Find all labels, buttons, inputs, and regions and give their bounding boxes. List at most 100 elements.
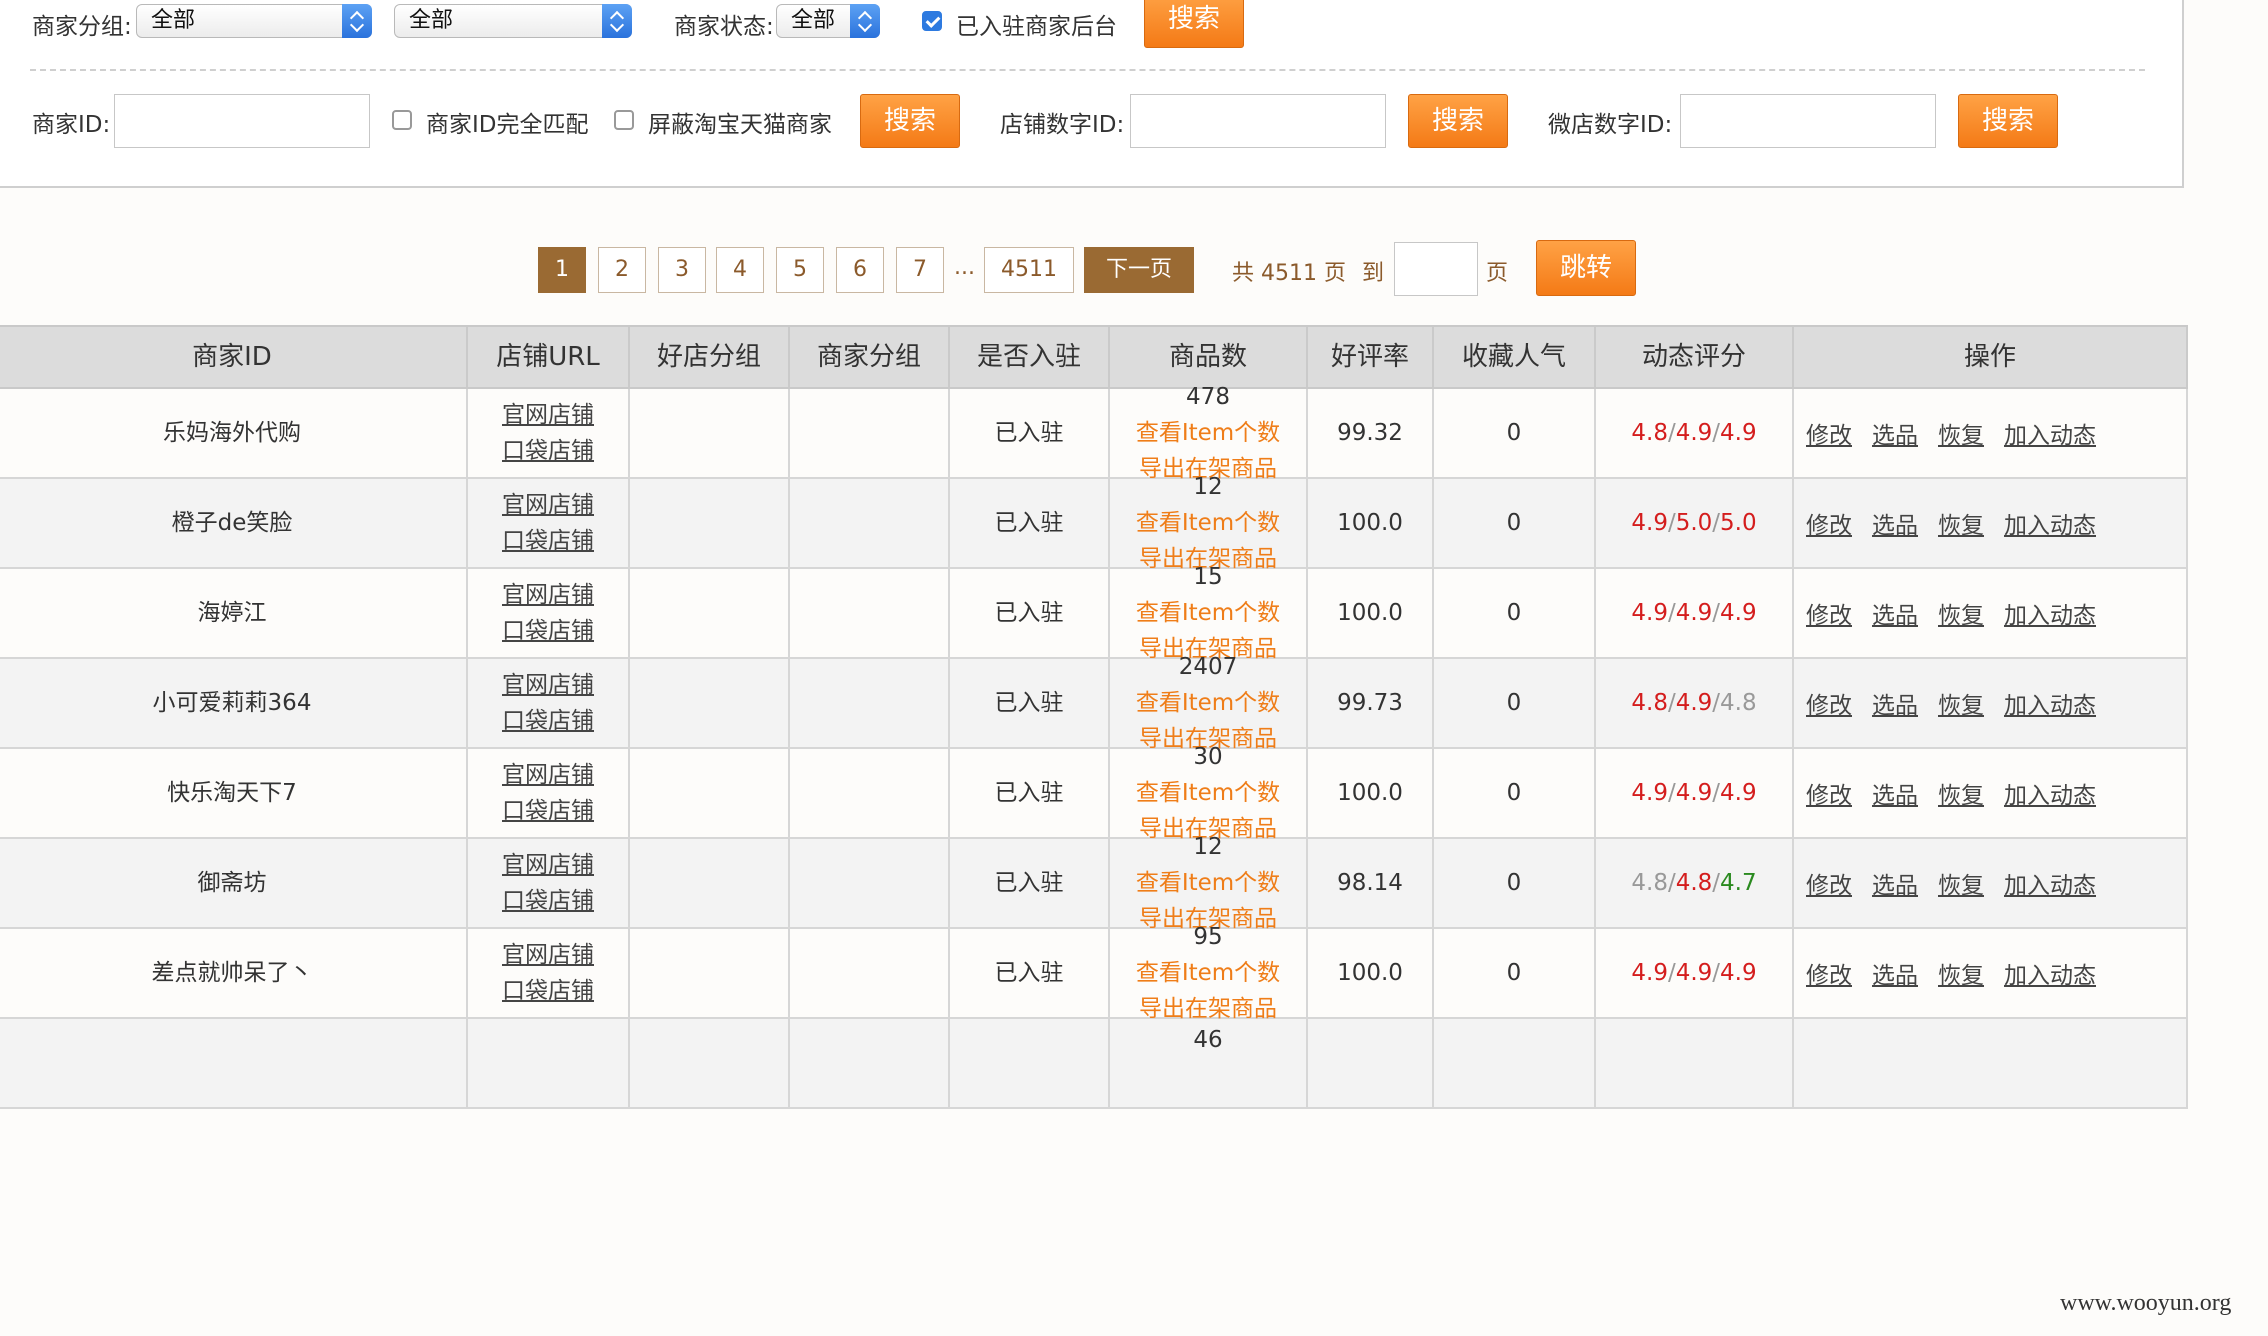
select-product-link[interactable]: 选品 [1872, 963, 1918, 989]
add-dynamic-link[interactable]: 加入动态 [2004, 423, 2096, 449]
goto-label: 到 [1362, 261, 1385, 286]
restore-link[interactable]: 恢复 [1938, 423, 1984, 449]
official-shop-link[interactable]: 官网店铺 [468, 577, 628, 613]
group-select[interactable]: 全部 [136, 4, 372, 38]
search-button-shop[interactable]: 搜索 [1408, 94, 1508, 148]
positive-rate: 98.14 [1337, 870, 1403, 896]
restore-link[interactable]: 恢复 [1938, 693, 1984, 719]
add-dynamic-link[interactable]: 加入动态 [2004, 963, 2096, 989]
filter-panel: 商家分组: 全部 全部 商家状态: 全部 已入驻商家后台 搜索 商家ID: 商家… [0, 0, 2184, 188]
pocket-shop-link[interactable]: 口袋店铺 [468, 613, 628, 649]
edit-link[interactable]: 修改 [1806, 873, 1852, 899]
edit-link[interactable]: 修改 [1806, 783, 1852, 809]
pocket-shop-link[interactable]: 口袋店铺 [468, 703, 628, 739]
edit-link[interactable]: 修改 [1806, 693, 1852, 719]
cell-merchant-group [790, 389, 950, 477]
search-button-merchant[interactable]: 搜索 [860, 94, 960, 148]
official-shop-link[interactable]: 官网店铺 [468, 487, 628, 523]
view-items-link[interactable]: 查看Item个数 [1110, 505, 1306, 541]
edit-link[interactable]: 修改 [1806, 963, 1852, 989]
cell-dynamic-score: 4.8/4.9/4.8 [1596, 659, 1794, 747]
page-4[interactable]: 4 [716, 247, 764, 293]
jump-button[interactable]: 跳转 [1536, 240, 1636, 296]
search-button-top[interactable]: 搜索 [1144, 0, 1244, 48]
positive-rate: 99.32 [1337, 420, 1403, 446]
restore-link[interactable]: 恢复 [1938, 513, 1984, 539]
view-items-link[interactable]: 查看Item个数 [1110, 865, 1306, 901]
view-items-link[interactable]: 查看Item个数 [1110, 685, 1306, 721]
table-row: 差点就帅呆了丶 官网店铺 口袋店铺 已入驻 95 查看Item个数 导出在架商品 100.0 0… [0, 924, 2188, 1022]
merchant-name: 乐妈海外代购 [163, 420, 301, 446]
table-row: 海婷江 官网店铺 口袋店铺 已入驻 15 查看Item个数 导出在架商品 100.0 0 4.9/… [0, 564, 2188, 662]
score-separator: / [1667, 420, 1676, 446]
score-separator: / [1667, 510, 1676, 536]
hide-taobao-checkbox[interactable] [614, 110, 634, 130]
subgroup-select[interactable]: 全部 [394, 4, 632, 38]
add-dynamic-link[interactable]: 加入动态 [2004, 693, 2096, 719]
restore-link[interactable]: 恢复 [1938, 783, 1984, 809]
joined-checkbox[interactable] [922, 11, 942, 31]
select-product-link[interactable]: 选品 [1872, 783, 1918, 809]
select-product-link[interactable]: 选品 [1872, 693, 1918, 719]
shop-links: 官网店铺 口袋店铺 [468, 397, 628, 469]
official-shop-link[interactable]: 官网店铺 [468, 397, 628, 433]
favorites-count: 0 [1506, 510, 1522, 536]
status-label: 商家状态: [674, 14, 774, 40]
add-dynamic-link[interactable]: 加入动态 [2004, 603, 2096, 629]
page-last[interactable]: 4511 [984, 247, 1074, 293]
official-shop-link[interactable]: 官网店铺 [468, 667, 628, 703]
page-7[interactable]: 7 [896, 247, 944, 293]
pocket-shop-link[interactable]: 口袋店铺 [468, 883, 628, 919]
next-page-button[interactable]: 下一页 [1084, 247, 1194, 293]
joined-status: 已入驻 [994, 510, 1064, 536]
merchant-name: 小可爱莉莉364 [152, 690, 312, 716]
goto-page-input[interactable] [1394, 242, 1478, 296]
official-shop-link[interactable]: 官网店铺 [468, 847, 628, 883]
page-2[interactable]: 2 [598, 247, 646, 293]
page-1[interactable]: 1 [538, 247, 586, 293]
weidian-id-input[interactable] [1680, 94, 1936, 148]
pocket-shop-link[interactable]: 口袋店铺 [468, 433, 628, 469]
select-product-link[interactable]: 选品 [1872, 873, 1918, 899]
restore-link[interactable]: 恢复 [1938, 963, 1984, 989]
merchant-name: 橙子de笑脸 [171, 510, 293, 536]
positive-rate: 100.0 [1337, 780, 1403, 806]
view-items-link[interactable]: 查看Item个数 [1110, 775, 1306, 811]
official-shop-link[interactable]: 官网店铺 [468, 937, 628, 973]
view-items-link[interactable]: 查看Item个数 [1110, 955, 1306, 991]
edit-link[interactable]: 修改 [1806, 423, 1852, 449]
cell-shop-url [468, 1019, 630, 1107]
pocket-shop-link[interactable]: 口袋店铺 [468, 793, 628, 829]
add-dynamic-link[interactable]: 加入动态 [2004, 783, 2096, 809]
restore-link[interactable]: 恢复 [1938, 603, 1984, 629]
search-button-weidian[interactable]: 搜索 [1958, 94, 2058, 148]
shop-links: 官网店铺 口袋店铺 [468, 937, 628, 1009]
view-items-link[interactable]: 查看Item个数 [1110, 595, 1306, 631]
cell-favorites: 0 [1434, 569, 1596, 657]
merchant-id-input[interactable] [114, 94, 370, 148]
restore-link[interactable]: 恢复 [1938, 873, 1984, 899]
select-product-link[interactable]: 选品 [1872, 513, 1918, 539]
group-select-value: 全部 [151, 8, 196, 33]
edit-link[interactable]: 修改 [1806, 603, 1852, 629]
official-shop-link[interactable]: 官网店铺 [468, 757, 628, 793]
add-dynamic-link[interactable]: 加入动态 [2004, 873, 2096, 899]
cell-shop-url: 官网店铺 口袋店铺 [468, 749, 630, 837]
exact-match-checkbox[interactable] [392, 110, 412, 130]
add-dynamic-link[interactable]: 加入动态 [2004, 513, 2096, 539]
view-items-link[interactable]: 查看Item个数 [1110, 415, 1306, 451]
edit-link[interactable]: 修改 [1806, 513, 1852, 539]
page-5[interactable]: 5 [776, 247, 824, 293]
pocket-shop-link[interactable]: 口袋店铺 [468, 973, 628, 1009]
page-6[interactable]: 6 [836, 247, 884, 293]
header-merchant-id: 商家ID [0, 327, 468, 387]
select-product-link[interactable]: 选品 [1872, 423, 1918, 449]
select-product-link[interactable]: 选品 [1872, 603, 1918, 629]
header-merchant-group: 商家分组 [790, 327, 950, 387]
cell-merchant-group [790, 839, 950, 927]
pocket-shop-link[interactable]: 口袋店铺 [468, 523, 628, 559]
status-select[interactable]: 全部 [776, 4, 880, 38]
shop-id-input[interactable] [1130, 94, 1386, 148]
page-3[interactable]: 3 [658, 247, 706, 293]
cell-good-shop-group [630, 479, 790, 567]
